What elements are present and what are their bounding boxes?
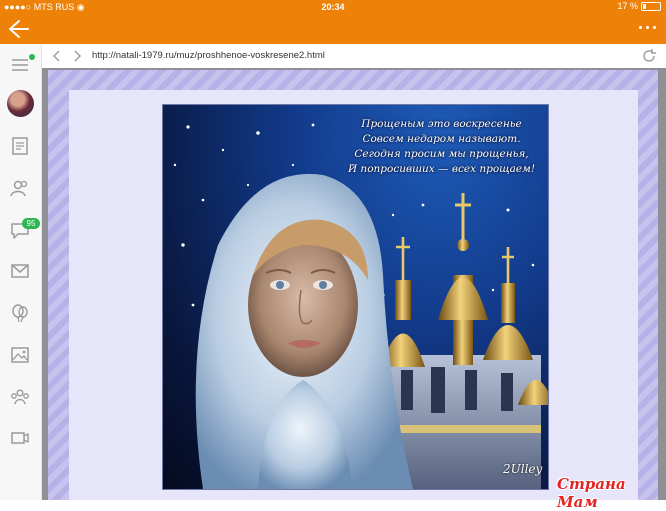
url-field[interactable]: http://natali-1979.ru/muz/proshhenoe-vos…: [92, 50, 325, 61]
gifts-icon[interactable]: [9, 302, 31, 324]
browser-forward-icon[interactable]: [70, 49, 84, 63]
friends-icon[interactable]: [9, 177, 31, 199]
browser-url-bar: http://natali-1979.ru/muz/proshhenoe-vos…: [42, 44, 666, 69]
cathedral: [381, 193, 548, 489]
photos-icon[interactable]: [9, 344, 31, 366]
video-icon[interactable]: [9, 427, 31, 449]
reload-icon[interactable]: [640, 47, 658, 65]
mail-icon[interactable]: [9, 260, 31, 282]
status-bar: ●●●●○ MTS RUS ◉ 20:34 17 %: [0, 0, 666, 14]
battery-percent: 17 %: [617, 1, 638, 11]
online-indicator-dot: [29, 54, 35, 60]
avatar[interactable]: [7, 90, 34, 117]
battery-icon: [641, 1, 661, 11]
browser-back-icon[interactable]: [50, 49, 64, 63]
messages-badge: 95: [22, 218, 40, 229]
woman-portrait: [195, 173, 413, 489]
battery-level-fill: [643, 3, 646, 9]
notes-icon[interactable]: [9, 135, 31, 157]
menu-icon[interactable]: [9, 54, 31, 76]
poem-line: Сегодня просим мы прощенья,: [354, 148, 529, 160]
more-options-icon[interactable]: [639, 26, 656, 29]
status-time: 20:34: [321, 2, 345, 12]
postcard-image: Прощеным это воскресенье Совсем недаром …: [162, 104, 549, 490]
poem-line: И попросивших — всех прощаем!: [347, 163, 536, 175]
back-arrow-icon[interactable]: [8, 19, 30, 39]
groups-icon[interactable]: [9, 386, 31, 408]
status-right: 17 %: [617, 1, 661, 11]
app-bar: [0, 14, 666, 44]
poem-line: Прощеным это воскресенье: [361, 118, 522, 130]
postcard-poem: Прощеным это воскресенье Совсем недаром …: [339, 117, 544, 177]
site-watermark: Страна Мам: [557, 475, 626, 511]
poem-line: Совсем недаром называют.: [362, 133, 521, 145]
artist-signature: 2Ulley: [503, 462, 543, 476]
